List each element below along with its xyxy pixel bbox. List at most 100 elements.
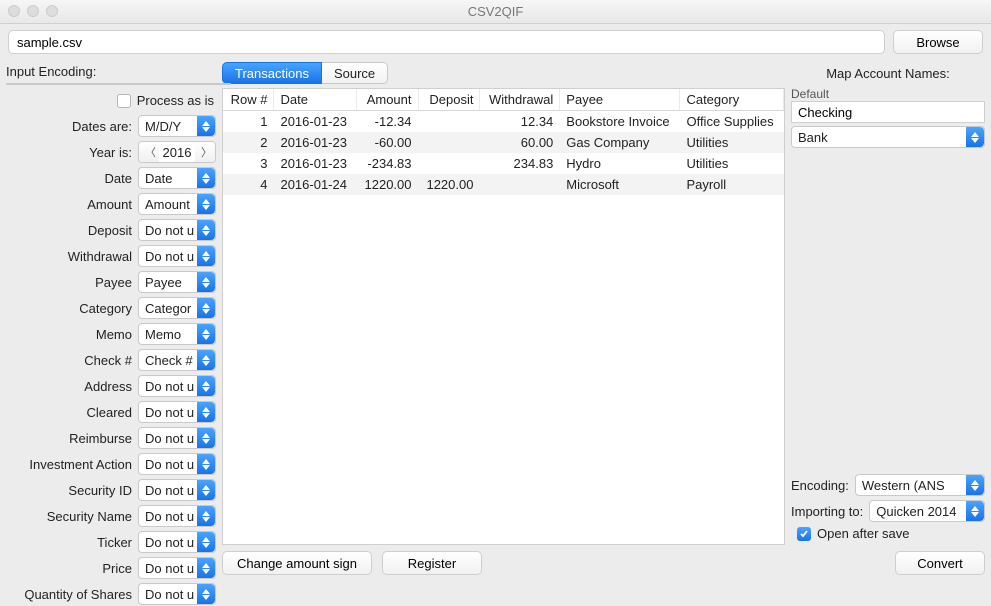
column-header[interactable]: Withdrawal <box>480 89 560 111</box>
dates-are-select[interactable]: M/D/Y <box>138 115 216 137</box>
input-encoding-select[interactable] <box>6 83 231 85</box>
field-mapping-value: Do not u <box>145 431 194 446</box>
table-row[interactable]: 32016-01-23-234.83234.83HydroUtilities <box>223 153 784 174</box>
cell <box>418 132 480 153</box>
year-prev-button[interactable]: 〈 <box>139 142 159 162</box>
convert-button[interactable]: Convert <box>895 551 985 575</box>
process-as-is-checkbox[interactable] <box>117 94 131 108</box>
field-label: Withdrawal <box>6 249 132 264</box>
field-mapping-select[interactable]: Memo <box>138 323 216 345</box>
field-mapping-value: Do not u <box>145 223 194 238</box>
chevron-updown-icon <box>197 116 215 136</box>
field-label: Reimburse <box>6 431 132 446</box>
importing-to-select[interactable]: Quicken 2014 <box>869 500 985 522</box>
chevron-updown-icon <box>197 480 215 500</box>
cell <box>480 174 560 195</box>
cell: 1220.00 <box>356 174 418 195</box>
field-mapping-select[interactable]: Do not u <box>138 401 216 423</box>
cell: Hydro <box>560 153 680 174</box>
field-mapping-value: Do not u <box>145 457 194 472</box>
column-header[interactable]: Deposit <box>418 89 480 111</box>
transactions-table[interactable]: Row #DateAmountDepositWithdrawalPayeeCat… <box>222 88 785 545</box>
output-encoding-select[interactable]: Western (ANS <box>855 474 985 496</box>
field-label: Amount <box>6 197 132 212</box>
field-mapping-select[interactable]: Payee <box>138 271 216 293</box>
chevron-updown-icon <box>197 428 215 448</box>
open-after-save-label: Open after save <box>817 526 910 541</box>
change-amount-sign-button[interactable]: Change amount sign <box>222 551 372 575</box>
field-label: Deposit <box>6 223 132 238</box>
table-row[interactable]: 22016-01-23-60.0060.00Gas CompanyUtiliti… <box>223 132 784 153</box>
chevron-updown-icon <box>197 298 215 318</box>
close-icon[interactable] <box>8 5 20 17</box>
tab-source[interactable]: Source <box>322 62 388 84</box>
cell: -234.83 <box>356 153 418 174</box>
field-mapping-select[interactable]: Do not u <box>138 531 216 553</box>
cell: 3 <box>223 153 274 174</box>
file-toolbar: Browse <box>0 24 991 60</box>
cell: -60.00 <box>356 132 418 153</box>
field-mapping-select[interactable]: Do not u <box>138 505 216 527</box>
year-stepper[interactable]: 〈 2016 〉 <box>138 141 216 163</box>
default-account-input[interactable] <box>791 101 985 123</box>
browse-button[interactable]: Browse <box>893 30 983 54</box>
field-mapping-select[interactable]: Do not u <box>138 219 216 241</box>
account-type-value: Bank <box>798 130 828 145</box>
field-label: Quantity of Shares <box>6 587 132 602</box>
field-mapping-select[interactable]: Do not u <box>138 245 216 267</box>
year-next-button[interactable]: 〉 <box>195 142 215 162</box>
open-after-save-checkbox[interactable] <box>797 527 811 541</box>
tab-transactions[interactable]: Transactions <box>222 62 322 84</box>
field-mapping-select[interactable]: Check # <box>138 349 216 371</box>
field-mapping-value: Date <box>145 171 172 186</box>
chevron-updown-icon <box>197 402 215 422</box>
field-mapping-select[interactable]: Do not u <box>138 557 216 579</box>
field-label: Investment Action <box>6 457 132 472</box>
field-mapping-select[interactable]: Do not u <box>138 375 216 397</box>
center-pane: Transactions Source Row #DateAmountDepos… <box>222 60 785 575</box>
table-row[interactable]: 42016-01-241220.001220.00MicrosoftPayrol… <box>223 174 784 195</box>
column-header[interactable]: Row # <box>223 89 274 111</box>
field-mapping-select[interactable]: Amount <box>138 193 216 215</box>
field-mapping-select[interactable]: Categor <box>138 297 216 319</box>
column-header[interactable]: Payee <box>560 89 680 111</box>
minimize-icon[interactable] <box>27 5 39 17</box>
importing-to-label: Importing to: <box>791 504 863 519</box>
column-header[interactable]: Date <box>274 89 356 111</box>
field-mapping-select[interactable]: Do not u <box>138 583 216 605</box>
cell: 234.83 <box>480 153 560 174</box>
year-value: 2016 <box>159 145 195 160</box>
cell: 2016-01-23 <box>274 153 356 174</box>
cell: Gas Company <box>560 132 680 153</box>
field-mapping-select[interactable]: Do not u <box>138 427 216 449</box>
chevron-updown-icon <box>197 532 215 552</box>
chevron-updown-icon <box>966 127 984 147</box>
field-mapping-select[interactable]: Do not u <box>138 453 216 475</box>
column-header[interactable]: Category <box>680 89 784 111</box>
chevron-updown-icon <box>197 324 215 344</box>
map-account-names-label: Map Account Names: <box>791 66 985 81</box>
zoom-icon[interactable] <box>46 5 58 17</box>
register-button[interactable]: Register <box>382 551 482 575</box>
field-label: Cleared <box>6 405 132 420</box>
column-header[interactable]: Amount <box>356 89 418 111</box>
field-mapping-value: Do not u <box>145 405 194 420</box>
file-path-input[interactable] <box>8 30 885 54</box>
field-label: Payee <box>6 275 132 290</box>
default-label: Default <box>791 87 985 101</box>
field-mapping-select[interactable]: Do not u <box>138 479 216 501</box>
chevron-updown-icon <box>197 194 215 214</box>
field-mapping-value: Do not u <box>145 509 194 524</box>
chevron-updown-icon <box>197 272 215 292</box>
chevron-updown-icon <box>197 558 215 578</box>
window-title: CSV2QIF <box>0 4 991 19</box>
cell: Office Supplies <box>680 111 784 133</box>
input-encoding-label: Input Encoding: <box>6 64 216 79</box>
field-mapping-select[interactable]: Date <box>138 167 216 189</box>
window-controls <box>8 5 58 17</box>
chevron-updown-icon <box>197 454 215 474</box>
account-type-select[interactable]: Bank <box>791 126 985 148</box>
table-row[interactable]: 12016-01-23-12.3412.34Bookstore InvoiceO… <box>223 111 784 133</box>
field-label: Security ID <box>6 483 132 498</box>
app-window: CSV2QIF Browse Input Encoding: Process a… <box>0 0 991 581</box>
